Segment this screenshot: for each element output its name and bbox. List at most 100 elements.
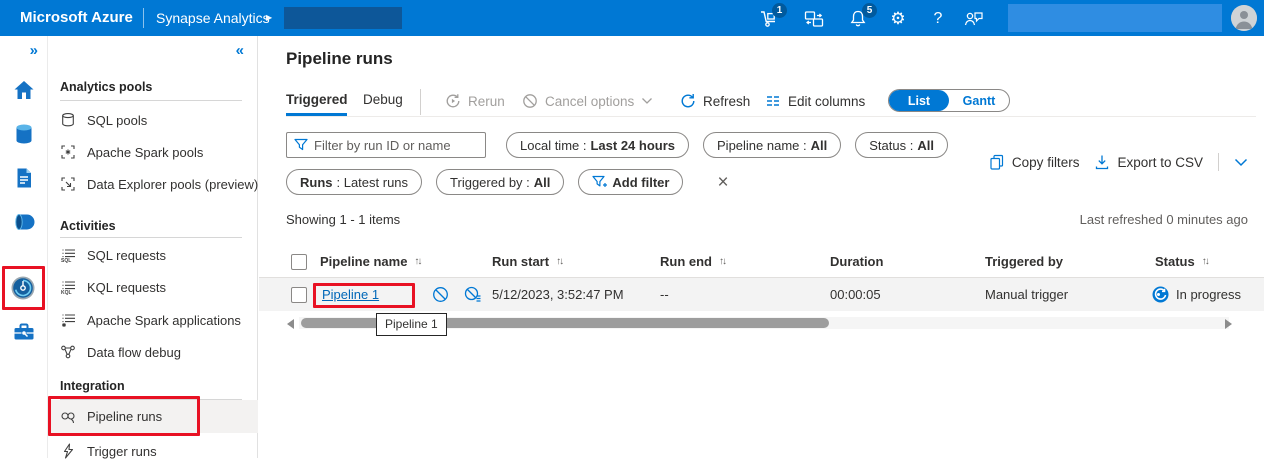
add-filter-button[interactable]: Add filter [578, 169, 683, 195]
avatar[interactable] [1231, 5, 1257, 31]
nav-home[interactable] [12, 78, 36, 102]
run-end-cell: -- [660, 278, 669, 311]
sidebar-item-trigger-runs[interactable]: Trigger runs [48, 437, 258, 465]
download-icon [1094, 154, 1110, 170]
view-toggle: List Gantt [888, 89, 1010, 112]
deployment-icon[interactable]: 1 [756, 8, 780, 30]
sidebar-item-apache-spark-pools[interactable]: Apache Spark pools [48, 138, 258, 166]
cancel-options-button[interactable]: Cancel options [522, 88, 653, 114]
column-header-run-start[interactable]: Run start↑↓ [492, 246, 562, 277]
sidebar-item-data-explorer-pools[interactable]: Data Explorer pools (preview) [48, 170, 258, 198]
section-title-activities: Activities [60, 219, 116, 233]
filter-pill-triggered-by[interactable]: Triggered by : All [436, 169, 564, 195]
view-toggle-gantt[interactable]: Gantt [949, 90, 1009, 111]
feedback-button[interactable] [962, 8, 986, 30]
tab-debug[interactable]: Debug [363, 92, 403, 107]
column-header-triggered-by[interactable]: Triggered by [985, 246, 1063, 277]
table-row: Pipeline 1 5/12/2023, 3:52:47 PM -- 00:0… [259, 278, 1264, 311]
nav-manage[interactable] [12, 320, 36, 344]
tab-triggered[interactable]: Triggered [286, 92, 348, 107]
nav-data[interactable] [12, 122, 36, 146]
cancel-run-icon [432, 286, 449, 303]
monitor-sidebar: « Analytics pools SQL pools Apache Spark… [48, 36, 258, 458]
filter-pill-row-1: Local time : Last 24 hours Pipeline name… [506, 132, 948, 158]
hscroll-right-arrow[interactable] [1225, 319, 1232, 329]
document-icon [12, 166, 36, 190]
toolbar-divider [420, 89, 421, 115]
spark-applications-icon [60, 312, 76, 328]
gear-icon: ⚙ [890, 9, 905, 29]
kql-requests-icon: KQL [60, 279, 76, 295]
status-badge: In progress [1176, 287, 1241, 302]
page-title: Pipeline runs [286, 49, 393, 69]
nav-develop[interactable] [12, 166, 36, 190]
settings-button[interactable]: ⚙ [886, 8, 910, 30]
sidebar-item-apache-spark-applications[interactable]: Apache Spark applications [48, 306, 258, 334]
person-feedback-icon [964, 9, 984, 29]
person-icon [1231, 5, 1257, 31]
cancel-run-action[interactable] [432, 278, 449, 311]
collapse-sidebar-icon[interactable]: « [236, 42, 244, 59]
triggered-by-cell: Manual trigger [985, 278, 1068, 311]
export-csv-button[interactable]: Export to CSV [1094, 154, 1203, 170]
run-start-cell: 5/12/2023, 3:52:47 PM [492, 278, 624, 311]
filter-pill-status[interactable]: Status : All [855, 132, 948, 158]
items-count-label: Showing 1 - 1 items [286, 212, 400, 227]
sidebar-item-sql-requests[interactable]: SQL SQL requests [48, 241, 258, 269]
sort-icon[interactable]: ↑↓ [556, 256, 562, 267]
sql-pools-icon [60, 112, 76, 128]
switch-workspace-icon[interactable] [802, 8, 826, 30]
table-header: Pipeline name↑↓ Run start↑↓ Run end↑↓ Du… [259, 246, 1264, 278]
copy-filters-button[interactable]: Copy filters [989, 154, 1080, 170]
cancel-icon [522, 93, 538, 109]
more-actions-chevron-icon[interactable] [1234, 158, 1248, 167]
sidebar-item-data-flow-debug[interactable]: Data flow debug [48, 338, 258, 366]
cancel-recursive-icon [464, 286, 481, 303]
row-checkbox[interactable] [291, 287, 307, 303]
help-button[interactable]: ? [926, 8, 950, 30]
column-header-status[interactable]: Status↑↓ [1155, 246, 1208, 277]
section-divider [60, 237, 242, 238]
cancel-recursive-action[interactable] [464, 278, 481, 311]
sidebar-item-pipeline-runs[interactable]: Pipeline runs [48, 400, 258, 433]
pipeline-runs-page: Pipeline runs Triggered Debug Rerun Canc… [259, 36, 1264, 458]
filter-icon [294, 138, 308, 152]
sort-icon[interactable]: ↑↓ [1202, 256, 1208, 267]
edit-columns-button[interactable]: Edit columns [765, 88, 865, 114]
sort-icon[interactable]: ↑↓ [414, 256, 420, 267]
last-refreshed-label: Last refreshed 0 minutes ago [1080, 212, 1248, 227]
filter-pill-runs[interactable]: Runs : Latest runs [286, 169, 422, 195]
table-actions: Copy filters Export to CSV [989, 153, 1248, 171]
filter-pill-local-time[interactable]: Local time : Last 24 hours [506, 132, 689, 158]
rerun-icon [445, 93, 461, 109]
select-all-checkbox[interactable] [291, 254, 307, 270]
pipeline-run-link[interactable]: Pipeline 1 [322, 287, 379, 302]
rerun-button[interactable]: Rerun [445, 88, 505, 114]
sort-icon[interactable]: ↑↓ [719, 256, 725, 267]
view-toggle-list[interactable]: List [889, 90, 949, 111]
pipeline-icon [12, 210, 36, 234]
hscroll-left-arrow[interactable] [287, 319, 294, 329]
filter-pill-pipeline-name[interactable]: Pipeline name : All [703, 132, 841, 158]
notifications-button[interactable]: 5 [846, 8, 870, 30]
column-header-duration[interactable]: Duration [830, 246, 883, 277]
section-title-analytics-pools: Analytics pools [60, 80, 152, 94]
run-filter-input[interactable] [314, 138, 478, 153]
product-name[interactable]: Synapse Analytics [156, 0, 270, 36]
clear-filters-icon[interactable]: × [717, 173, 728, 192]
expand-nav-icon[interactable]: » [30, 42, 38, 59]
azure-brand[interactable]: Microsoft Azure [20, 0, 133, 36]
sidebar-item-kql-requests[interactable]: KQL KQL requests [48, 273, 258, 301]
nav-integrate[interactable] [12, 210, 36, 234]
notifications-badge: 5 [862, 3, 877, 18]
nav-monitor[interactable] [10, 275, 36, 301]
question-icon: ? [934, 9, 943, 29]
section-title-integration: Integration [60, 379, 125, 393]
left-nav-rail: » [0, 36, 48, 458]
column-header-run-end[interactable]: Run end↑↓ [660, 246, 725, 277]
sidebar-item-sql-pools[interactable]: SQL pools [48, 106, 258, 134]
gauge-icon [10, 275, 36, 301]
refresh-button[interactable]: Refresh [680, 88, 750, 114]
actions-divider [1218, 153, 1219, 171]
column-header-pipeline-name[interactable]: Pipeline name↑↓ [320, 246, 420, 277]
